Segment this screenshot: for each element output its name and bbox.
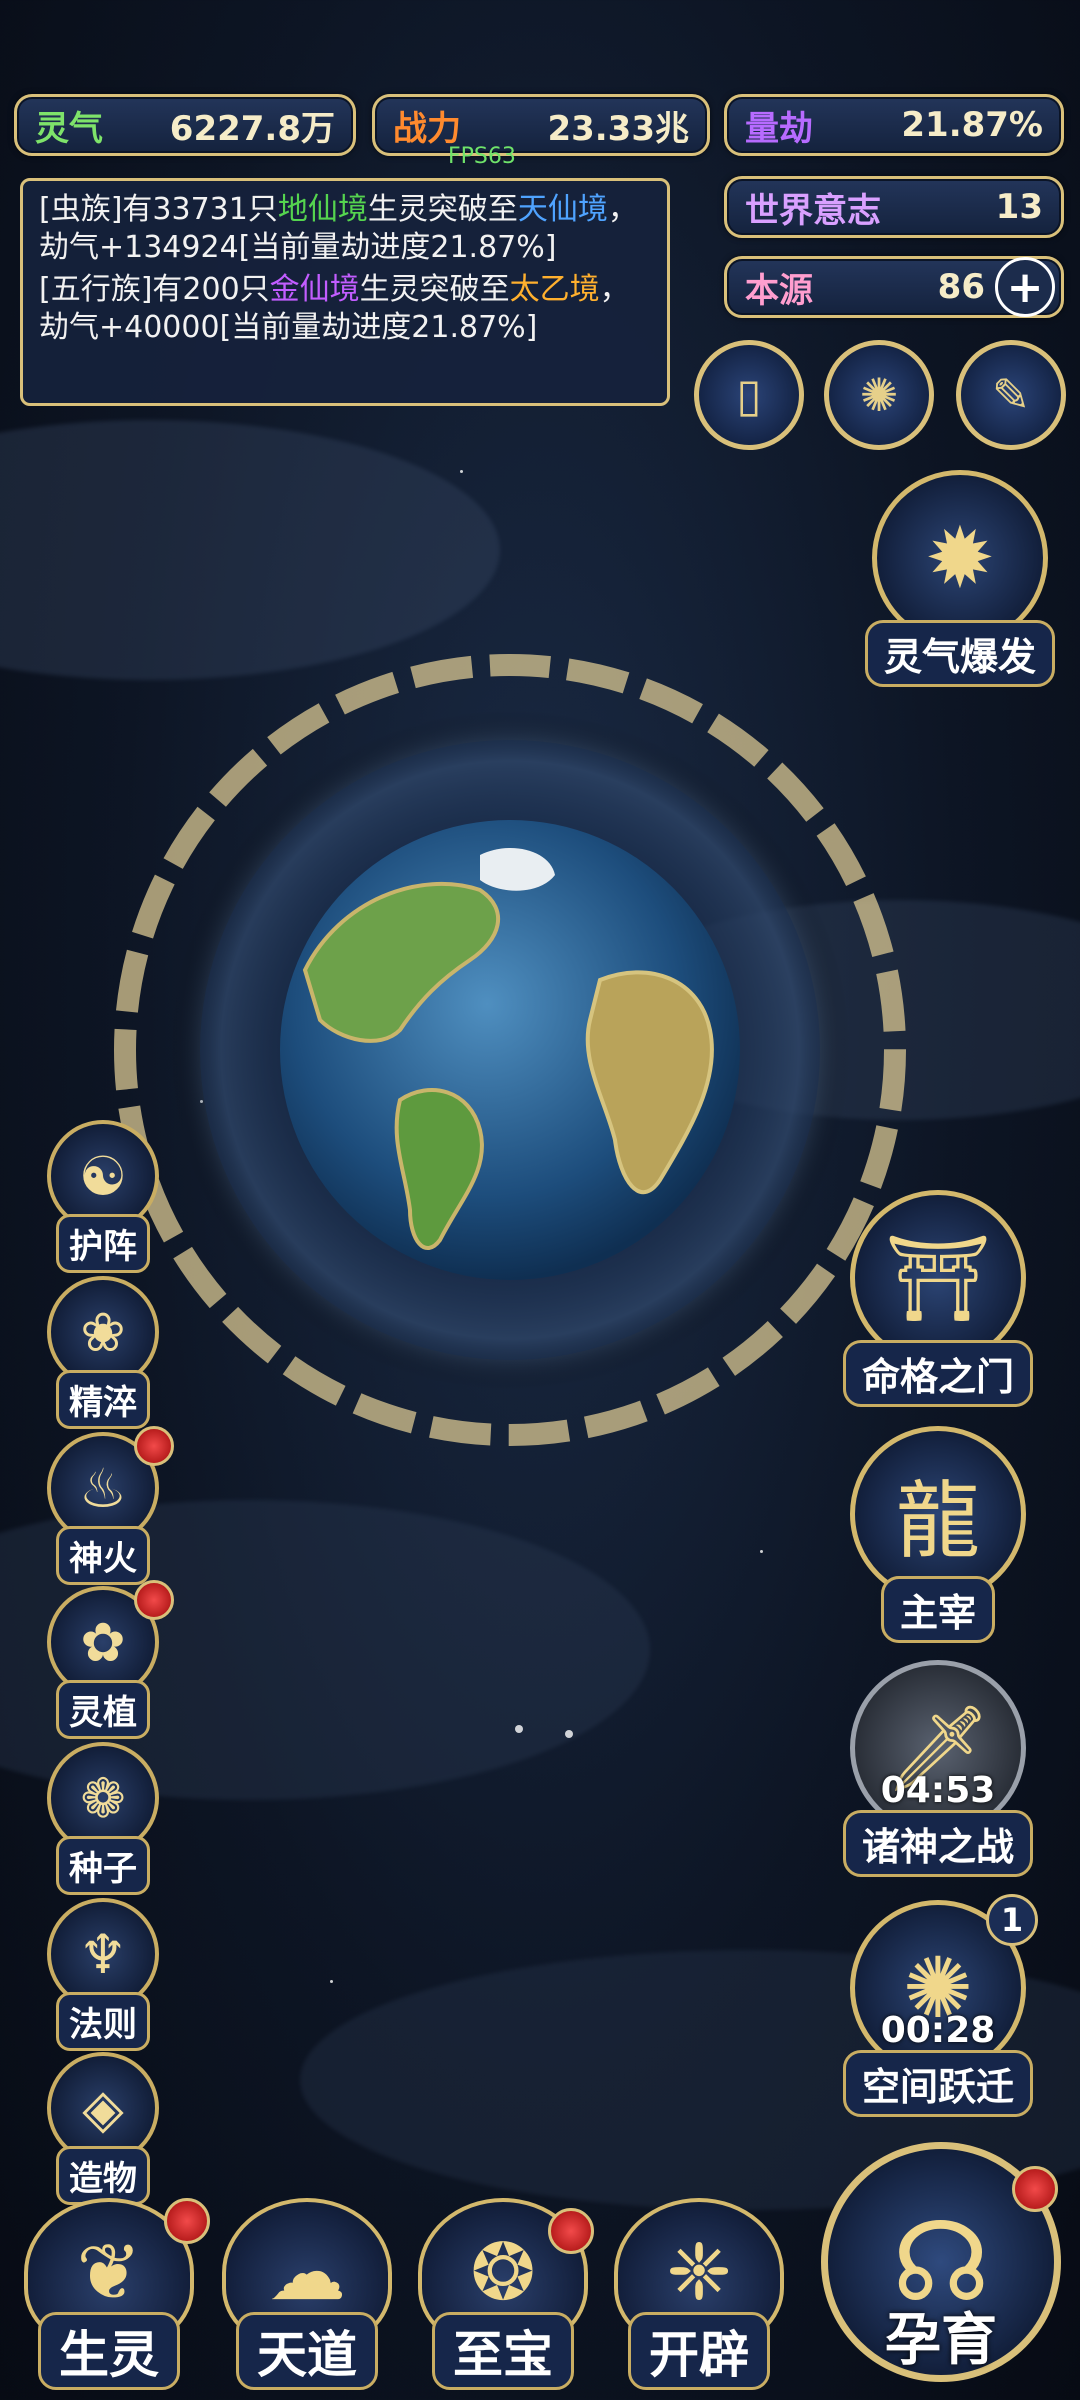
button-label: 诸神之战 xyxy=(842,1810,1033,1877)
notification-badge xyxy=(1012,2166,1058,2212)
bottom-sheng-ling[interactable]: ❦ 生灵 xyxy=(14,2198,210,2394)
button-label: 孕育 xyxy=(885,2308,997,2373)
fps-counter: FPS63 xyxy=(448,144,516,169)
notification-badge xyxy=(164,2198,210,2244)
bottom-tian-dao[interactable]: ☁ 天道 xyxy=(212,2198,402,2394)
stat-value: 13 xyxy=(995,187,1043,227)
stat-world-will[interactable]: 世界意志 13 xyxy=(724,176,1064,238)
world-sphere[interactable] xyxy=(100,640,920,1460)
bottom-zhi-bao[interactable]: ❂ 至宝 xyxy=(408,2198,598,2394)
button-label: 造物 xyxy=(56,2146,150,2205)
button-label: 种子 xyxy=(56,1836,150,1895)
notification-badge xyxy=(134,1580,174,1620)
star xyxy=(330,1980,333,1983)
stat-label: 灵气 xyxy=(35,108,103,149)
countdown-timer: 04:53 xyxy=(880,1770,996,1811)
gods-war-button[interactable]: 🗡 04:53 诸神之战 xyxy=(838,1660,1038,1877)
menu-hu-zhen[interactable]: ☯ 护阵 xyxy=(38,1120,168,1273)
stat-value: 86 xyxy=(937,267,985,307)
portal-icon[interactable]: ✺ xyxy=(824,340,934,450)
button-label: 精淬 xyxy=(56,1370,150,1429)
stat-label: 量劫 xyxy=(745,108,813,149)
star xyxy=(760,1550,763,1553)
bottom-kai-pi[interactable]: ❈ 开辟 xyxy=(604,2198,794,2394)
stat-liangjie[interactable]: 量劫 21.87% xyxy=(724,94,1064,156)
button-label: 神火 xyxy=(56,1526,150,1585)
countdown-timer: 00:28 xyxy=(880,2010,996,2051)
button-label: 护阵 xyxy=(56,1214,150,1273)
star xyxy=(460,470,463,473)
stat-lingqi[interactable]: 灵气 6227.8万 xyxy=(14,94,356,156)
button-label: 开辟 xyxy=(628,2312,770,2390)
space-jump-button[interactable]: ✺ 00:28 空间跃迁 1 xyxy=(838,1894,1038,2117)
stat-value: 21.87% xyxy=(901,105,1043,145)
notification-badge xyxy=(548,2208,594,2254)
button-label: 至宝 xyxy=(432,2312,574,2390)
menu-shen-huo[interactable]: ♨ 神火 xyxy=(38,1426,174,1585)
plus-icon[interactable]: + xyxy=(995,257,1055,317)
star xyxy=(515,1725,523,1733)
button-label: 空间跃迁 xyxy=(842,2050,1033,2117)
button-label: 天道 xyxy=(236,2312,378,2390)
log-entry: [虫族]有33731只地仙境生灵突破至天仙境，劫气+134924[当前量劫进度2… xyxy=(39,192,638,265)
book-icon[interactable]: ▯ xyxy=(694,340,804,450)
stat-label: 世界意志 xyxy=(745,190,881,231)
star xyxy=(565,1730,573,1738)
scroll-icon[interactable]: ✎ xyxy=(956,340,1066,450)
stat-value: 6227.8万 xyxy=(169,108,335,149)
stat-zhanli[interactable]: 战力 23.33兆 xyxy=(372,94,710,156)
button-label: 灵植 xyxy=(56,1680,150,1739)
menu-zao-wu[interactable]: ◈ 造物 xyxy=(38,2052,168,2205)
event-log: [虫族]有33731只地仙境生灵突破至天仙境，劫气+134924[当前量劫进度2… xyxy=(20,178,670,406)
menu-zhong-zi[interactable]: ❁ 种子 xyxy=(38,1742,168,1895)
notification-badge xyxy=(134,1426,174,1466)
button-label: 主宰 xyxy=(880,1576,995,1643)
stat-label: 本源 xyxy=(745,270,813,311)
stat-benyuan[interactable]: 本源 86 + xyxy=(724,256,1064,318)
stat-label: 战力 xyxy=(393,108,461,149)
incubate-button[interactable]: ☊ 孕育 xyxy=(816,2142,1066,2394)
menu-fa-ze[interactable]: ♆ 法则 xyxy=(38,1898,168,2051)
log-entry: [五行族]有200只金仙境生灵突破至太乙境，劫气+40000[当前量劫进度21.… xyxy=(39,272,630,345)
button-label: 命格之门 xyxy=(842,1340,1033,1407)
ruler-button[interactable]: 龍 主宰 xyxy=(838,1426,1038,1643)
button-label: 生灵 xyxy=(38,2312,180,2390)
button-label: 法则 xyxy=(56,1992,150,2051)
count-badge: 1 xyxy=(986,1894,1038,1946)
fate-gate-button[interactable]: ⛩ 命格之门 xyxy=(838,1190,1038,1407)
menu-jing-cui[interactable]: ❀ 精淬 xyxy=(38,1276,168,1429)
menu-ling-zhi[interactable]: ✿ 灵植 xyxy=(38,1580,174,1739)
stat-value: 23.33兆 xyxy=(547,108,689,149)
